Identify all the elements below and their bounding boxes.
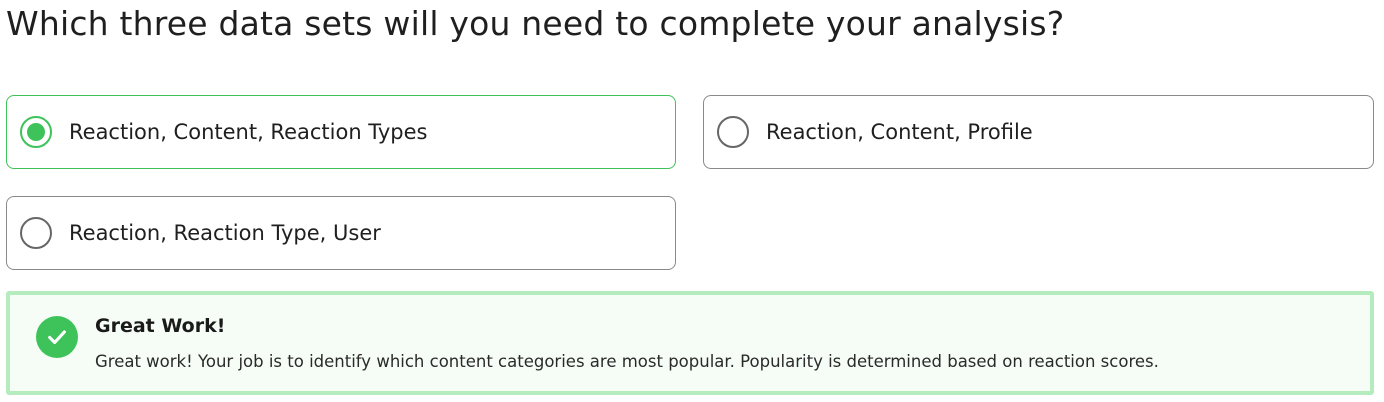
feedback-title: Great Work! [95, 315, 226, 337]
answer-option-reaction-content-reaction-types[interactable]: Reaction, Content, Reaction Types [6, 95, 676, 169]
feedback-message: Great work! Your job is to identify whic… [95, 352, 1159, 371]
check-icon [36, 316, 78, 358]
question-title: Which three data sets will you need to c… [6, 4, 1065, 43]
answer-option-reaction-content-profile[interactable]: Reaction, Content, Profile [703, 95, 1374, 169]
feedback-panel: Great Work! Great work! Your job is to i… [6, 291, 1374, 395]
answer-option-label: Reaction, Content, Reaction Types [69, 120, 428, 144]
radio-button-selected[interactable] [20, 116, 52, 148]
radio-button[interactable] [20, 217, 52, 249]
quiz-page: Which three data sets will you need to c… [0, 0, 1384, 402]
answer-option-label: Reaction, Reaction Type, User [69, 221, 381, 245]
answer-option-label: Reaction, Content, Profile [766, 120, 1033, 144]
radio-button[interactable] [717, 116, 749, 148]
answer-option-reaction-reaction-type-user[interactable]: Reaction, Reaction Type, User [6, 196, 676, 270]
